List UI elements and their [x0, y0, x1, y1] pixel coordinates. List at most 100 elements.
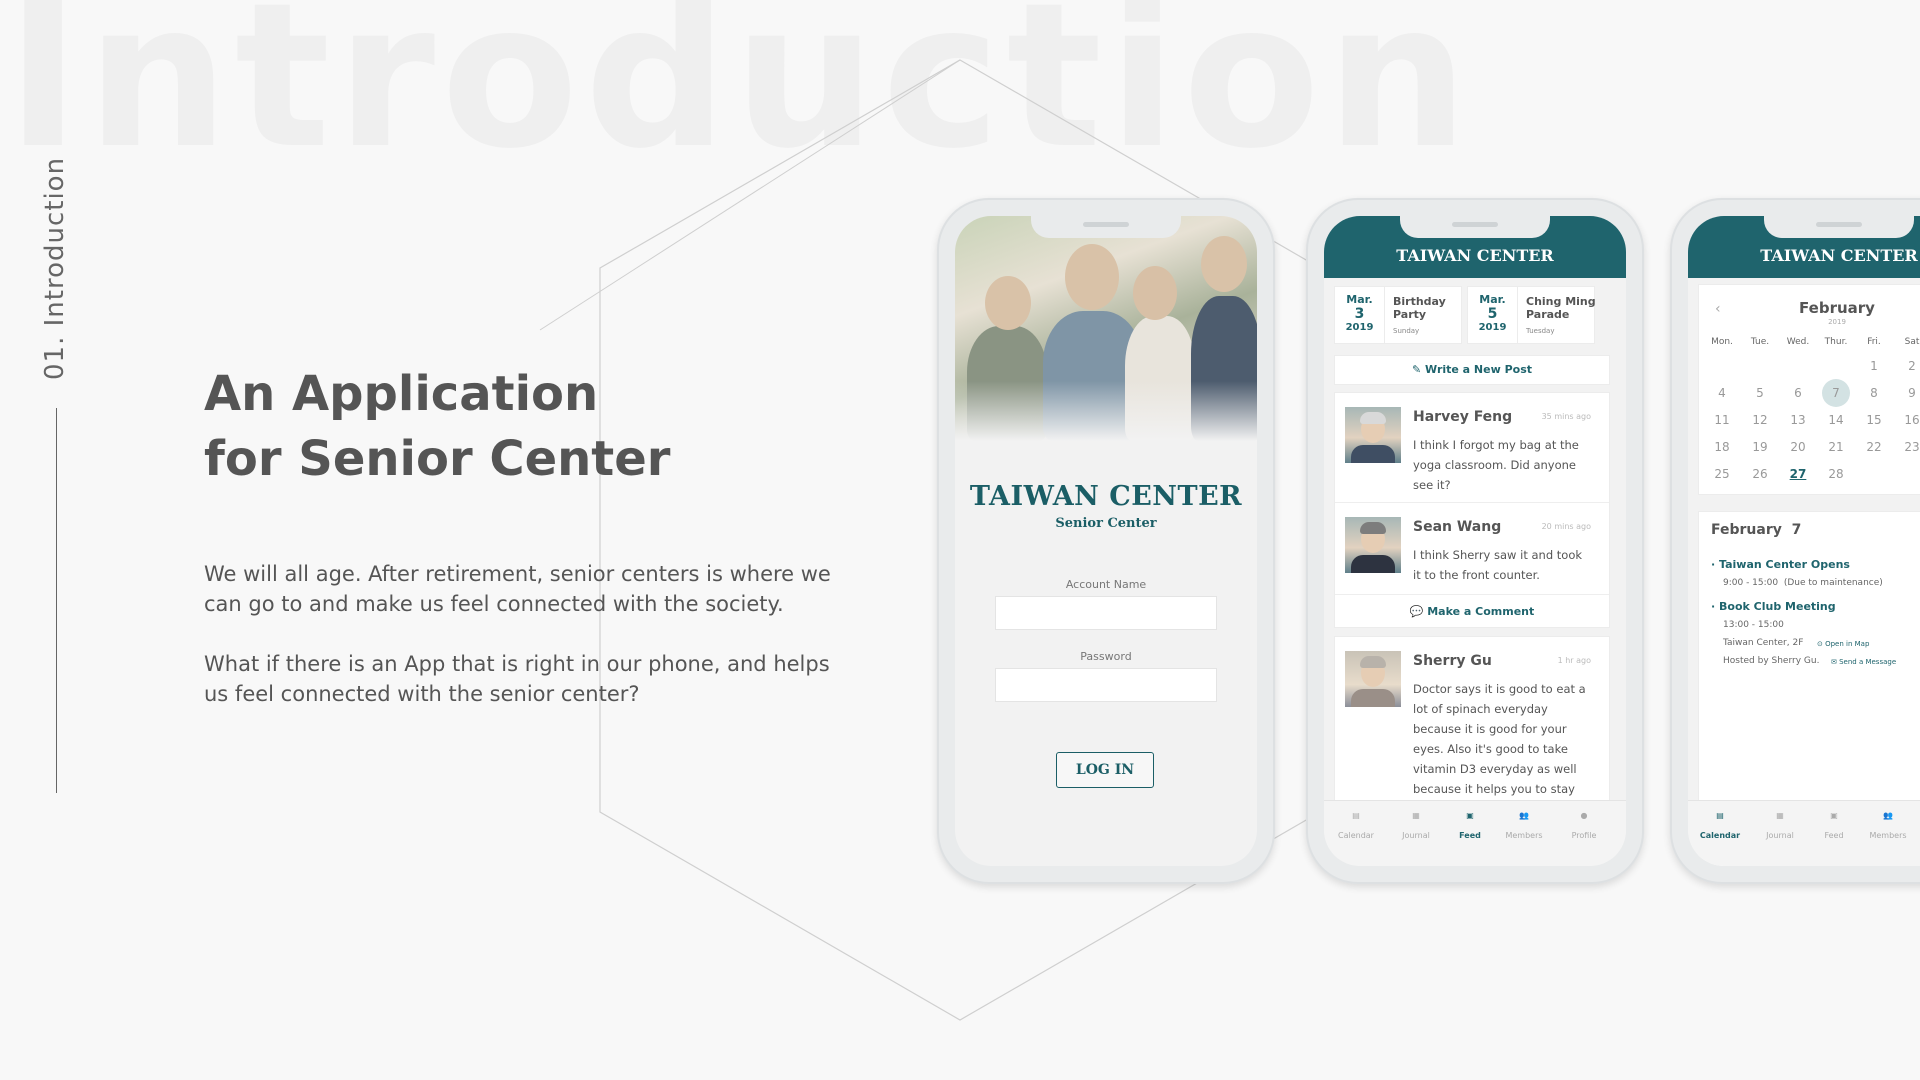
post-time: 20 mins ago — [1541, 522, 1591, 531]
photo-figure — [985, 276, 1031, 330]
post-item[interactable]: Harvey Feng 35 mins ago I think I forgot… — [1335, 393, 1609, 503]
calendar-day[interactable]: 26 — [1741, 467, 1779, 481]
agenda-event-title[interactable]: · Book Club Meeting — [1711, 600, 1836, 613]
calendar-day[interactable]: 21 — [1817, 440, 1855, 454]
seniors-photo — [955, 216, 1257, 441]
post-author: Harvey Feng — [1413, 409, 1513, 425]
post-author: Sean Wang — [1413, 519, 1502, 535]
event-name: Ching Ming Parade — [1526, 295, 1596, 321]
open-in-map-link[interactable]: ⊙ Open in Map — [1817, 640, 1869, 648]
agenda-date: February 7 — [1711, 522, 1801, 538]
tab-label: Profile — [1571, 831, 1597, 840]
agenda-host: Hosted by Sherry Gu. — [1723, 656, 1820, 666]
calendar-day[interactable]: 1 — [1855, 359, 1893, 373]
tab-members[interactable]: 👥 Members — [1496, 811, 1552, 840]
calendar-day[interactable]: 19 — [1741, 440, 1779, 454]
calendar-day[interactable]: 9 — [1893, 386, 1920, 400]
tab-feed[interactable]: ▣ Feed — [1806, 811, 1862, 840]
calendar-day[interactable]: 12 — [1741, 413, 1779, 427]
calendar-day[interactable]: 14 — [1817, 413, 1855, 427]
account-name-label: Account Name — [1065, 578, 1147, 591]
write-post-button[interactable]: ✎ Write a New Post — [1334, 355, 1610, 385]
calendar-day[interactable]: 4 — [1703, 386, 1741, 400]
avatar — [1345, 651, 1401, 707]
photo-figure — [1065, 244, 1119, 310]
calendar-day[interactable]: 13 — [1779, 413, 1817, 427]
phone-calendar-mockup: TAIWAN CENTER ‹ February 2019 Mon. Tue. We… — [1670, 198, 1920, 884]
calendar-day[interactable]: 7 — [1817, 386, 1855, 400]
phone-notch — [1400, 216, 1550, 238]
login-button[interactable]: LOG IN — [1056, 752, 1154, 788]
agenda-note: (Due to maintenance) — [1783, 578, 1883, 588]
tab-bar: ▤ Calendar ▦ Journal ▣ Feed 👥 Members ● Profi… — [1324, 800, 1626, 866]
agenda-event-title[interactable]: · Taiwan Center Opens — [1711, 558, 1850, 571]
tab-feed[interactable]: ▣ Feed — [1442, 811, 1498, 840]
journal-icon: ▦ — [1412, 811, 1420, 820]
event-year: 2019 — [1478, 322, 1507, 333]
tab-label: Calendar — [1338, 831, 1374, 840]
calendar-day[interactable]: 28 — [1817, 467, 1855, 481]
calendar-day[interactable]: 25 — [1703, 467, 1741, 481]
tab-label: Feed — [1824, 831, 1844, 840]
tab-calendar[interactable]: ▤ Calendar — [1328, 811, 1384, 840]
calendar-day[interactable]: 22 — [1855, 440, 1893, 454]
phone-notch — [1031, 216, 1181, 238]
feed-icon: ▣ — [1830, 811, 1838, 820]
tab-journal[interactable]: ▦ Journal — [1388, 811, 1444, 840]
make-comment-button[interactable]: 💬 Make a Comment — [1335, 596, 1609, 628]
tab-bar: ▤ Calendar ▦ Journal ▣ Feed 👥 Members — [1688, 800, 1920, 866]
event-month: Mar. — [1346, 293, 1373, 306]
photo-figure — [1201, 236, 1247, 292]
tab-journal[interactable]: ▦ Journal — [1752, 811, 1808, 840]
post-item[interactable]: Sean Wang 20 mins ago I think Sherry saw… — [1335, 503, 1609, 595]
tab-label: Calendar — [1699, 831, 1741, 840]
calendar-day[interactable]: 16 — [1893, 413, 1920, 427]
calendar-month: February — [1799, 299, 1875, 317]
headline-line-1: An Application — [204, 366, 599, 422]
password-label: Password — [1080, 650, 1132, 663]
tab-profile[interactable]: ● Profile — [1556, 811, 1612, 840]
calendar-day[interactable]: 23 — [1893, 440, 1920, 454]
members-icon: 👥 — [1519, 811, 1529, 820]
events-strip[interactable]: Mar. 3 2019 Birthday Party Sunday Mar. 5… — [1334, 286, 1626, 348]
phone-notch — [1764, 216, 1914, 238]
section-label: 01. Introduction — [40, 156, 70, 380]
weekday-header: Mon. — [1711, 337, 1733, 347]
agenda-location: Taiwan Center, 2F — [1723, 638, 1804, 648]
account-name-field[interactable] — [995, 596, 1217, 630]
make-comment-label: Make a Comment — [1427, 605, 1535, 618]
event-card[interactable]: Mar. 5 2019 Ching Ming Parade Tuesday — [1467, 286, 1596, 344]
calendar-day[interactable]: 20 — [1779, 440, 1817, 454]
feed-icon: ▣ — [1466, 811, 1474, 820]
calendar-day[interactable]: 6 — [1779, 386, 1817, 400]
calendar-day[interactable]: 27 — [1779, 467, 1817, 481]
event-weekday: Sunday — [1393, 327, 1420, 335]
avatar — [1345, 517, 1401, 573]
speaker — [1452, 222, 1498, 227]
tab-members[interactable]: 👥 Members — [1860, 811, 1916, 840]
event-weekday: Tuesday — [1526, 327, 1555, 335]
calendar-day[interactable]: 11 — [1703, 413, 1741, 427]
tab-calendar[interactable]: ▤ Calendar — [1692, 811, 1748, 840]
calendar-day[interactable]: 8 — [1855, 386, 1893, 400]
calendar-list-icon: ▤ — [1352, 811, 1360, 820]
tab-label: Members — [1869, 831, 1907, 840]
pencil-icon: ✎ — [1411, 363, 1425, 376]
agenda-month: February — [1711, 522, 1782, 538]
password-field[interactable] — [995, 668, 1217, 702]
send-message-label: Send a Message — [1839, 658, 1897, 666]
post-text: Doctor says it is good to eat a lot of s… — [1413, 682, 1586, 796]
send-message-link[interactable]: ✉ Send a Message — [1831, 658, 1896, 666]
login-screen: TAIWAN CENTER Senior Center Account Name… — [955, 216, 1257, 866]
calendar-day[interactable]: 2 — [1893, 359, 1920, 373]
event-year: 2019 — [1345, 322, 1374, 333]
month-calendar: ‹ February 2019 Mon. Tue. Wed. Thur. Fri. Sat… — [1698, 284, 1920, 495]
calendar-day[interactable]: 5 — [1741, 386, 1779, 400]
calendar-day[interactable]: 15 — [1855, 413, 1893, 427]
event-card[interactable]: Mar. 3 2019 Birthday Party Sunday — [1334, 286, 1462, 344]
agenda-event-time: 9:00 - 15:00 (Due to maintenance) — [1723, 578, 1883, 588]
post-time: 1 hr ago — [1557, 656, 1591, 665]
headline: An Application for Senior Center — [204, 362, 670, 492]
calendar-day[interactable]: 18 — [1703, 440, 1741, 454]
app-header-title: TAIWAN CENTER — [1396, 246, 1554, 265]
